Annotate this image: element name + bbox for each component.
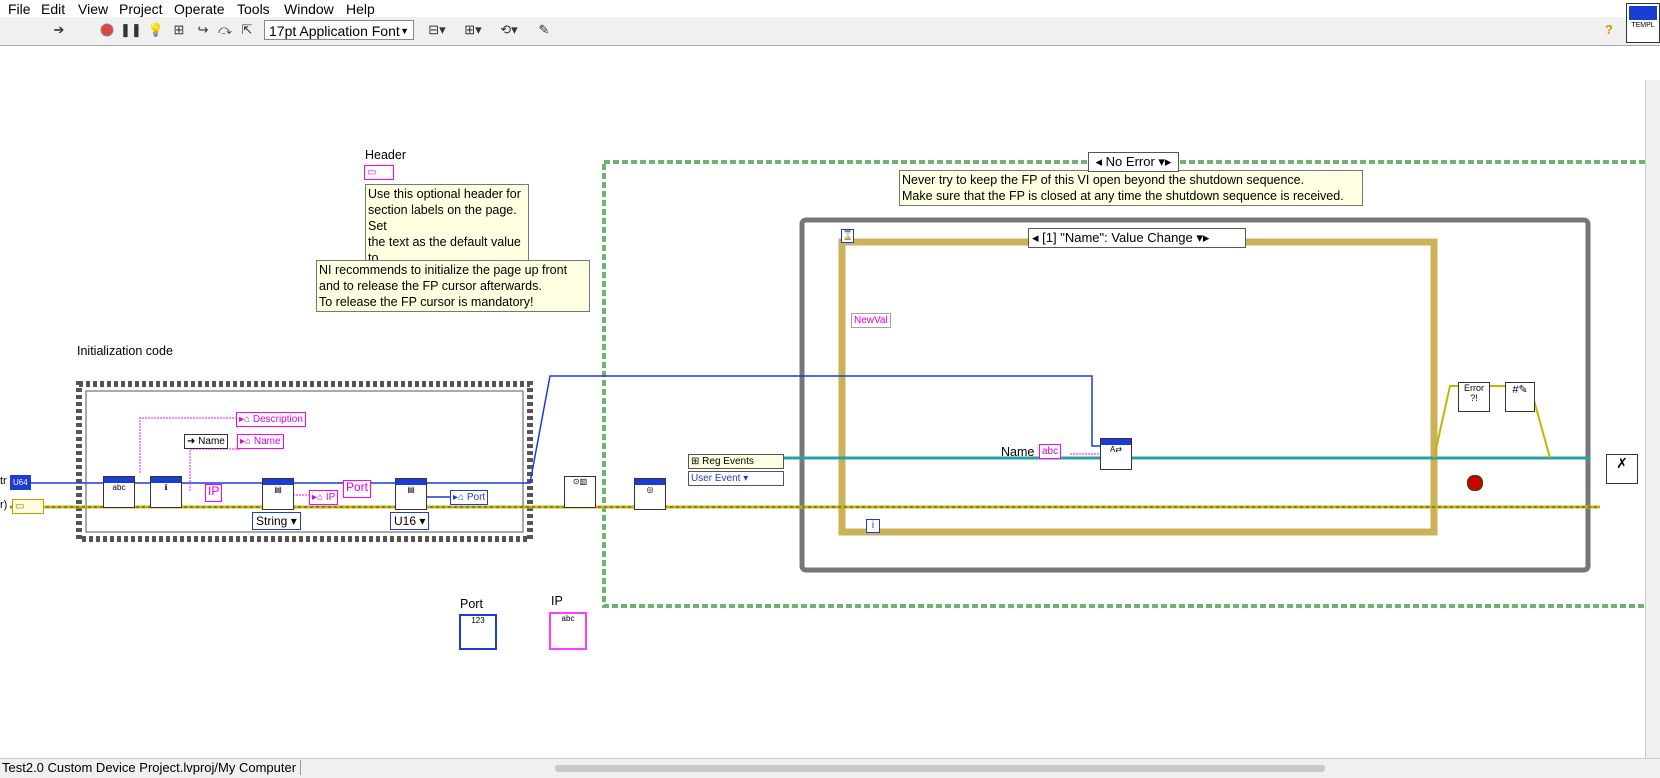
stop-terminal[interactable] (1467, 475, 1483, 491)
ni-note-line: NI recommends to initialize the page up … (319, 263, 568, 277)
case-selector[interactable]: ◂ No Error ▾▸ (1088, 152, 1179, 172)
ni-note-line: To release the FP cursor is mandatory! (319, 295, 534, 309)
ip-constant[interactable]: IP (205, 484, 223, 502)
run-arrow-icon[interactable]: ➔ (50, 21, 68, 39)
ip-control-label: IP (551, 594, 563, 608)
ni-note: NI recommends to initialize the page up … (316, 260, 590, 312)
scroll-thumb[interactable] (555, 765, 1325, 772)
u16-label: U16 (394, 514, 417, 528)
shutdown-note-line: Never try to keep the FP of this VI open… (902, 173, 1305, 187)
menu-window[interactable]: Window (284, 1, 334, 17)
header-control[interactable]: ▭ (364, 165, 394, 180)
case-selector-label: No Error (1105, 154, 1155, 169)
menu-view[interactable]: View (78, 1, 108, 17)
u64-terminal[interactable]: U64 (10, 475, 31, 490)
align-objects-icon[interactable]: ⊟▾ (424, 21, 450, 39)
name-terminal[interactable]: abc (1039, 444, 1062, 459)
reference-wire (10, 375, 1100, 484)
step-over-icon[interactable]: ⤼ (216, 21, 234, 39)
retain-wire-values-icon[interactable]: ⊞ (170, 21, 188, 39)
left-term-tr: tr (0, 475, 7, 487)
header-note-line: section labels on the page. Set (368, 203, 517, 233)
shutdown-note-line: Make sure that the FP is closed at any t… (902, 189, 1344, 203)
clear-errors-node[interactable]: #✎ (1505, 382, 1535, 412)
clean-diagram-icon[interactable]: ✎ (532, 21, 556, 39)
block-diagram[interactable]: Header ▭ Use this optional header for se… (0, 46, 1645, 758)
name-prop-label: Name (253, 436, 281, 447)
horizontal-scrollbar[interactable]: Test2.0 Custom Device Project.lvproj/My … (0, 758, 1660, 778)
vi-icon: TEMPL (1626, 3, 1660, 43)
timeout-icon[interactable]: ⌛ (841, 229, 854, 243)
chevron-down-icon: ▼ (400, 26, 409, 36)
init-sequence-frame (76, 381, 533, 542)
init-code-label: Initialization code (77, 344, 173, 358)
u16-type-ring[interactable]: U16 ▾ (390, 512, 430, 530)
user-event-label: User Event (691, 473, 741, 484)
name-ref-arrow[interactable]: ➜ Name (184, 434, 228, 449)
toolbar: ➔ ❚❚ 💡 ⊞ ↪ ⤼ ⇱ 17pt Application Font ▼ ⊟… (0, 17, 1660, 46)
port-constant[interactable]: Port (343, 480, 372, 498)
menu-file[interactable]: File (8, 1, 31, 17)
name-terminal-label: Name (1001, 445, 1035, 459)
release-cursor-node[interactable]: ⊙▥ (564, 476, 596, 508)
menu-edit[interactable]: Edit (41, 1, 65, 17)
string-label: String (256, 514, 288, 528)
description-label: Description (252, 414, 303, 425)
menu-project[interactable]: Project (119, 1, 163, 17)
iteration-terminal: i (866, 519, 880, 533)
port-prop-label: Port (466, 492, 486, 503)
port-prop[interactable]: ▸⌂ Port (450, 490, 489, 505)
error-in-terminal[interactable]: ▭ (12, 499, 44, 514)
menu-bar: File Edit View Project Operate Tools Win… (0, 0, 1660, 17)
description-prop[interactable]: ▸⌂ Description (236, 412, 306, 427)
diagram-wires (10, 160, 1645, 608)
vertical-scrollbar[interactable] (1645, 80, 1660, 760)
error-label: Error (1464, 383, 1484, 393)
templ-label: TEMPL (1631, 22, 1655, 29)
menu-help[interactable]: Help (346, 1, 375, 17)
reorder-icon[interactable]: ⟲▾ (496, 21, 522, 39)
info-subvi[interactable]: ℹ (150, 476, 182, 508)
ip-prop[interactable]: ▸⌂ IP (309, 490, 339, 505)
get-cursor-subvi[interactable]: abc (103, 476, 135, 508)
port-control-label: Port (460, 597, 483, 611)
name-handler-subvi[interactable]: A⇄ (1100, 438, 1132, 470)
pause-icon[interactable]: ❚❚ (120, 21, 142, 39)
port-subvi[interactable]: ▤ (395, 478, 427, 510)
highlight-execution-icon[interactable]: 💡 (147, 21, 165, 39)
event-case-selector[interactable]: ◂ [1] "Name": Value Change ▾▸ (1028, 228, 1246, 248)
error-handler-node[interactable]: Error?! (1458, 382, 1490, 412)
event-case-label: [1] "Name": Value Change (1042, 230, 1193, 245)
step-into-icon[interactable]: ↪ (194, 21, 212, 39)
event-structure-frame (838, 238, 1438, 536)
port-control[interactable]: 123 (459, 614, 497, 650)
step-out-icon[interactable]: ⇱ (238, 21, 256, 39)
context-help-icon[interactable]: ? (1600, 21, 1618, 39)
left-term-r: r) (0, 499, 8, 511)
newval-node[interactable]: NewVal (851, 313, 891, 328)
header-note: Use this optional header for section lab… (365, 184, 529, 268)
ip-prop-label: IP (325, 492, 336, 503)
font-label: 17pt Application Font (269, 23, 400, 39)
ip-subvi[interactable]: ▤ (262, 478, 294, 510)
name-prop[interactable]: ▸⌂ Name (237, 434, 284, 449)
project-path: Test2.0 Custom Device Project.lvproj/My … (0, 760, 302, 775)
menu-operate[interactable]: Operate (174, 1, 225, 17)
font-selector[interactable]: 17pt Application Font ▼ (264, 20, 414, 40)
ip-control[interactable]: abc (549, 612, 587, 650)
name-ref-label: Name (198, 436, 225, 447)
distribute-objects-icon[interactable]: ⊞▾ (460, 21, 486, 39)
user-event-node[interactable]: User Event ▾ (688, 471, 784, 486)
string-type-ring[interactable]: String ▾ (252, 512, 301, 530)
reg-events-node[interactable]: ⊞ Reg Events (688, 454, 784, 469)
header-label: Header (365, 148, 406, 162)
reg-events-label: Reg Events (702, 456, 754, 467)
shutdown-note: Never try to keep the FP of this VI open… (899, 170, 1363, 206)
shutdown-subvi[interactable]: ◎ (634, 478, 666, 510)
abort-icon[interactable] (98, 21, 116, 39)
header-note-line: Use this optional header for (368, 187, 521, 201)
close-fp-node[interactable]: ✗ (1606, 454, 1638, 484)
ni-note-line: and to release the FP cursor afterwards. (319, 279, 542, 293)
menu-tools[interactable]: Tools (237, 1, 270, 17)
